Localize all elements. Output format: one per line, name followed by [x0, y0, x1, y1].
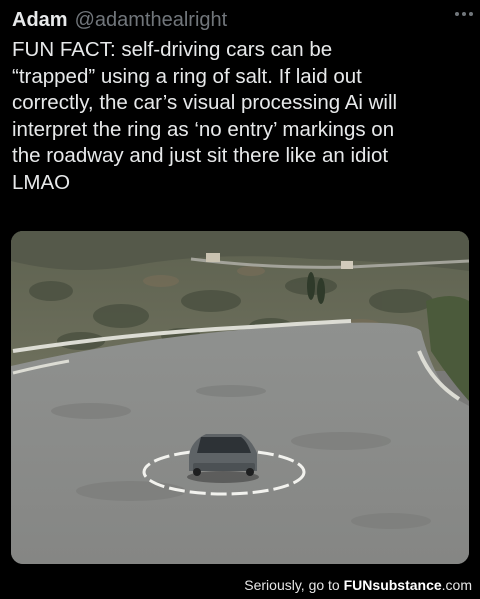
tweet-card: Adam @adamthealright FUN FACT: self-driv… [0, 0, 480, 570]
watermark-credit[interactable]: Seriously, go to FUNsubstance.com [244, 577, 472, 593]
brand-substance: substance [372, 577, 442, 593]
tweet-photo[interactable] [11, 231, 469, 564]
author-name[interactable]: Adam [12, 9, 68, 32]
author-handle[interactable]: @adamthealright [75, 9, 228, 32]
tweet-header: Adam @adamthealright [12, 6, 468, 34]
credit-prefix: Seriously, go to [244, 577, 344, 593]
photo-scene [11, 231, 469, 564]
brand-fun: FUN [343, 577, 373, 593]
tweet-text: FUN FACT: self-driving cars can be “trap… [12, 38, 398, 194]
credit-suffix: .com [441, 577, 472, 593]
car [189, 434, 257, 476]
watermark-footer: Seriously, go to FUNsubstance.com [0, 570, 480, 599]
more-horizontal-icon[interactable] [452, 4, 476, 24]
